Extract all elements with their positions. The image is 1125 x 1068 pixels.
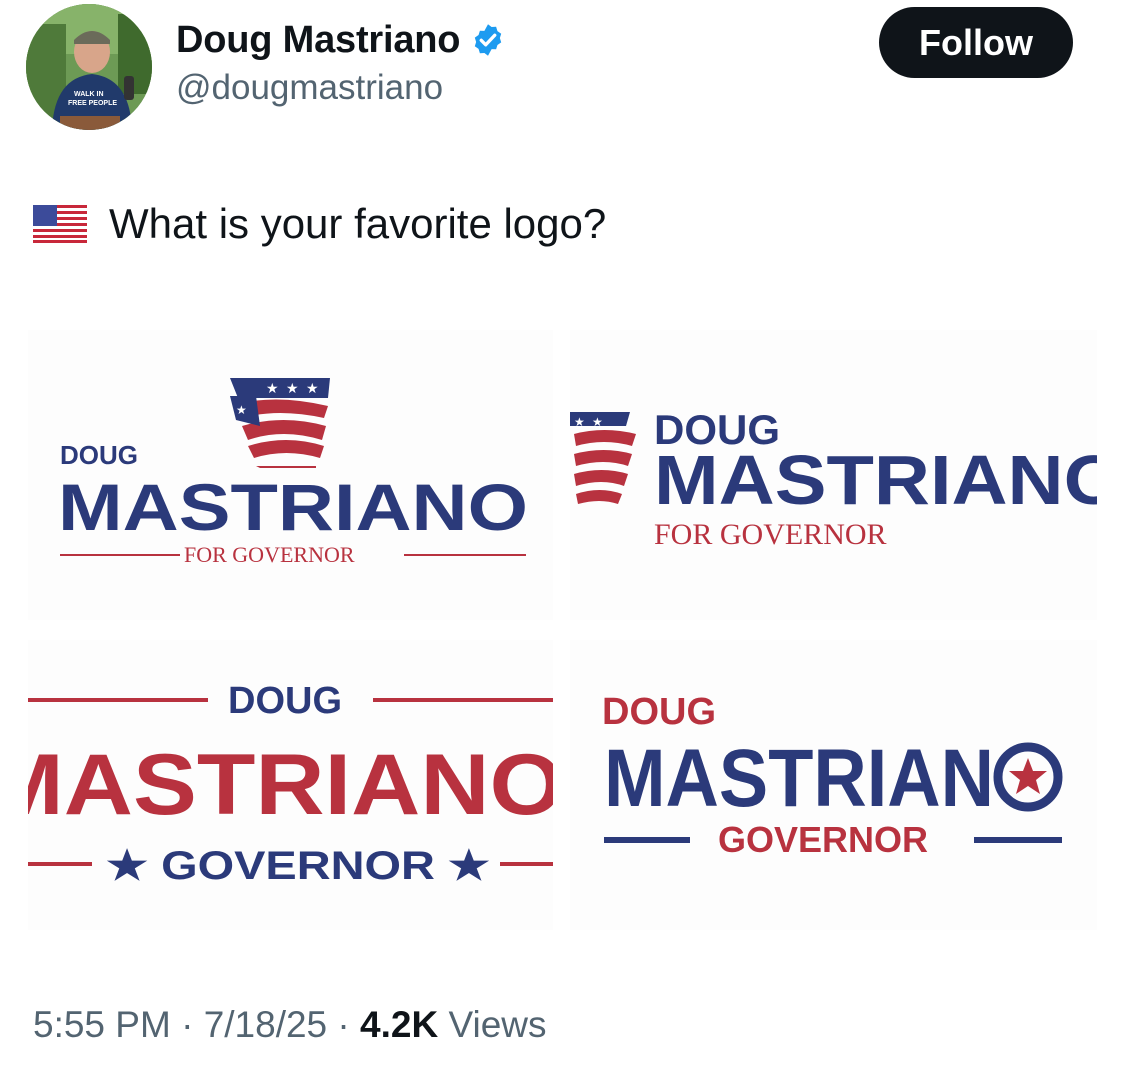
meta-separator: · [170, 1004, 204, 1045]
logo-3-tagline: ★ GOVERNOR ★ [106, 844, 490, 888]
follow-button[interactable]: Follow [879, 7, 1073, 78]
author-avatar[interactable]: WALK IN FREE PEOPLE [26, 4, 152, 130]
tweet-date[interactable]: 7/18/25 [204, 1004, 327, 1045]
svg-text:★: ★ [592, 415, 603, 429]
logo-image-1[interactable]: ★ ★ ★ ★ DOUG MASTRIANO FOR GOVERNOR [28, 330, 553, 620]
author-info: Doug Mastriano @dougmastriano [176, 14, 506, 108]
logo-4-graphic: DOUG MASTRIAN GOVERNOR [602, 691, 1063, 860]
tweet-meta: 5:55 PM · 7/18/25 · 4.2K Views [33, 1004, 547, 1046]
tweet-text: What is your favorite logo? [33, 200, 606, 248]
logo-3-first-name: DOUG [228, 680, 342, 722]
logo-2-tagline: FOR GOVERNOR [654, 518, 887, 551]
logo-4-last-name: MASTRIAN [604, 733, 994, 824]
logo-1-graphic: ★ ★ ★ ★ DOUG MASTRIANO FOR GOVERNOR [58, 378, 528, 567]
logo-3-last-name: MASTRIANO [28, 737, 553, 833]
logo-1-tagline: FOR GOVERNOR [184, 542, 355, 567]
svg-text:★: ★ [286, 380, 299, 396]
logo-image-3[interactable]: DOUG MASTRIANO ★ GOVERNOR ★ [28, 640, 553, 930]
logo-1-last-name: MASTRIANO [58, 470, 528, 544]
avatar-photo: WALK IN FREE PEOPLE [26, 4, 152, 130]
views-label: Views [438, 1004, 547, 1045]
meta-separator: · [327, 1004, 361, 1045]
pa-flag-mark: ★ ★ ★ ★ [230, 378, 330, 468]
svg-text:★: ★ [236, 403, 247, 417]
svg-text:★: ★ [574, 415, 585, 429]
views-count: 4.2K [360, 1004, 439, 1045]
logo-4-first-name: DOUG [602, 691, 716, 733]
logo-4-tagline: GOVERNOR [718, 819, 928, 860]
tweet-time[interactable]: 5:55 PM [33, 1004, 171, 1045]
us-flag-icon [33, 205, 87, 243]
author-handle[interactable]: @dougmastriano [176, 68, 506, 108]
svg-text:WALK IN: WALK IN [74, 91, 104, 98]
svg-text:★: ★ [266, 380, 279, 396]
svg-text:FREE PEOPLE: FREE PEOPLE [68, 100, 117, 107]
logo-2-graphic: ★ ★ DOUG MASTRIANO FOR GOVERNOR [570, 406, 1097, 551]
verified-badge-icon [475, 24, 502, 56]
logo-2-last-name: MASTRIANO [654, 441, 1097, 519]
logo-image-4[interactable]: DOUG MASTRIAN GOVERNOR [570, 640, 1097, 930]
logo-image-2[interactable]: ★ ★ DOUG MASTRIANO FOR GOVERNOR [570, 330, 1097, 620]
flag-swoosh-mark: ★ ★ [570, 412, 636, 504]
logo-3-graphic: DOUG MASTRIANO ★ GOVERNOR ★ [28, 680, 553, 888]
author-display-name[interactable]: Doug Mastriano [176, 19, 461, 62]
tweet-body: What is your favorite logo? [109, 200, 607, 247]
svg-text:★: ★ [306, 380, 319, 396]
logo-1-first-name: DOUG [60, 440, 138, 470]
star-circle-icon [993, 742, 1063, 812]
